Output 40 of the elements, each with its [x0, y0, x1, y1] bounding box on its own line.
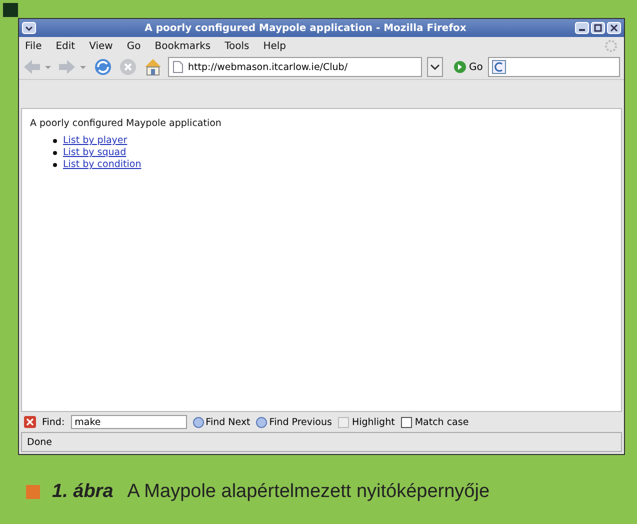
maximize-icon[interactable] — [591, 22, 605, 34]
page-heading: A poorly configured Maypole application — [30, 118, 222, 129]
menu-item[interactable]: Tools — [224, 40, 250, 52]
menu-item[interactable]: Go — [126, 40, 141, 52]
find-button[interactable]: Find Next — [192, 416, 250, 428]
address-field[interactable]: http://webmason.itcarlow.ie/Club/ — [168, 57, 422, 77]
minimize-icon[interactable] — [575, 22, 589, 34]
go-button[interactable]: Go — [454, 61, 483, 73]
menu-item[interactable]: File — [25, 40, 42, 52]
bullet-icon — [53, 151, 57, 155]
bullet-icon — [53, 139, 57, 143]
checkbox[interactable] — [400, 416, 412, 428]
find-button[interactable]: Find Previous — [256, 416, 332, 428]
window-title: A poorly configured Maypole application - Mozilla Firefox — [144, 22, 468, 34]
status-text: Done — [27, 436, 52, 448]
dropdown-icon[interactable] — [427, 57, 443, 77]
menu-item[interactable]: Bookmarks — [154, 40, 211, 52]
figure-number: 1. ábra — [52, 481, 114, 503]
bullet-icon — [53, 163, 57, 167]
link[interactable]: List by player — [63, 135, 128, 147]
menu-item[interactable]: Help — [263, 40, 286, 52]
link[interactable]: List by squad — [63, 147, 126, 159]
link[interactable]: List by condition — [63, 159, 142, 171]
page-icon — [173, 61, 183, 73]
caption-marker — [26, 485, 40, 499]
throbber-icon — [604, 39, 618, 53]
corner-square — [3, 3, 18, 17]
menu-item[interactable]: View — [89, 40, 113, 52]
checkbox-label: Highlight — [352, 416, 395, 428]
figure-caption: A Maypole alapértelmezett nyitóképernyője — [127, 481, 490, 503]
search-engine-icon — [492, 60, 506, 74]
window-menu-icon[interactable] — [22, 22, 36, 34]
find-label: Find: — [42, 416, 65, 428]
search-field[interactable] — [488, 57, 620, 77]
find-field[interactable]: make — [70, 415, 187, 429]
checkbox-label: Match case — [414, 416, 469, 428]
home-icon[interactable] — [143, 57, 163, 77]
reload-icon[interactable] — [93, 57, 113, 77]
close-icon[interactable] — [607, 22, 621, 34]
menu-item[interactable]: Edit — [56, 40, 76, 52]
